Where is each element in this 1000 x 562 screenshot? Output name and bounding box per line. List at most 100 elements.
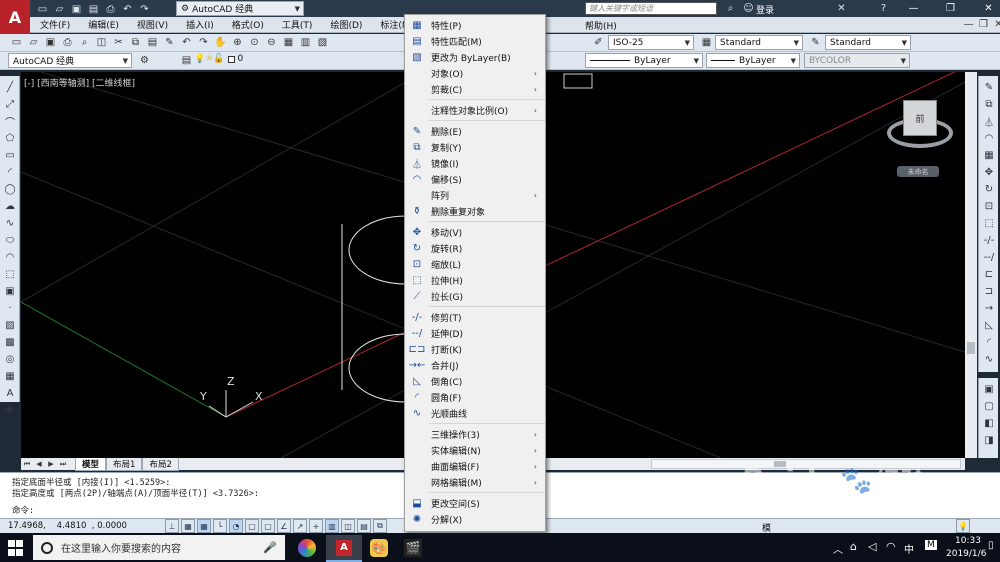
ime-mode[interactable]: M [925,540,937,550]
match-icon[interactable]: ✎ [162,35,177,50]
new-file-icon[interactable]: ▭ [35,2,50,17]
ortho-icon[interactable]: └ [213,519,227,533]
menu-item[interactable]: 工具(T) [282,18,313,31]
doc-restore-icon[interactable]: ❐ [976,17,991,32]
context-menu-item[interactable]: ▤ 特性匹配(M) [405,33,545,49]
context-menu-item[interactable]: 剪裁(C) › [405,81,545,97]
context-menu-item[interactable]: ◠ 偏移(S) [405,171,545,187]
gradient-icon[interactable]: ▩ [2,334,18,350]
prev-tab-icon[interactable]: ◀ [34,459,44,469]
circle-icon[interactable]: ◯ [2,181,18,197]
workspace-switch-select[interactable]: AutoCAD 经典 ▼ [8,53,132,68]
context-menu-item[interactable]: 三维操作(3) › [405,426,545,442]
new-icon[interactable]: ▭ [9,35,24,50]
scale-icon[interactable]: ⊡ [981,198,997,214]
zoom-realtime-icon[interactable]: ⊕ [230,35,245,50]
ime-language[interactable]: 中 [904,541,914,556]
stretch-icon[interactable]: ⬚ [981,215,997,231]
taskbar-app-paint[interactable]: 🎨 [370,539,388,557]
context-menu-item[interactable]: ✥ 移动(V) [405,224,545,240]
ucs-menu[interactable]: 未命名 [897,166,939,177]
context-menu-item[interactable]: ✎ 删除(E) [405,123,545,139]
vertical-scrollbar[interactable] [965,72,977,458]
add-selected-icon[interactable]: ✚ [2,402,18,418]
zoom-window-icon[interactable]: ⊙ [247,35,262,50]
dim-style-select[interactable]: ISO-25 ▼ [608,35,694,50]
exchange-icon[interactable]: ✕ [834,1,849,16]
context-menu-item[interactable]: ↻ 旋转(R) [405,240,545,256]
first-tab-icon[interactable]: ⏮ [22,459,32,469]
infer-constraints-icon[interactable]: ⊥ [165,519,179,533]
user-icon[interactable]: ☺ [741,1,756,16]
rotate-icon[interactable]: ↻ [981,181,997,197]
doc-close-icon[interactable]: ✕ [991,17,1000,32]
layer-manager-icon[interactable]: ▤ [179,53,194,68]
mtext-icon[interactable]: A [2,385,18,401]
polar-icon[interactable]: ◔ [229,519,243,533]
last-tab-icon[interactable]: ⏭ [58,459,68,469]
context-menu-item[interactable]: ⊡ 缩放(L) [405,256,545,272]
doc-minimize-icon[interactable]: — [961,17,976,32]
search-box[interactable]: 键入关键字或短语 [585,2,717,15]
app-logo[interactable]: A [0,0,30,34]
undo-icon[interactable]: ↶ [120,2,135,17]
line-icon[interactable]: ╱ [2,79,18,95]
save-as-icon[interactable]: ▤ [86,2,101,17]
taskbar-app-browser[interactable] [298,539,316,557]
help-icon[interactable]: ? [876,1,891,16]
region-icon[interactable]: ◎ [2,351,18,367]
clock-time[interactable]: 10:33 [955,536,981,546]
minimize-icon[interactable]: — [906,1,921,16]
snap-icon[interactable]: ▦ [181,519,195,533]
zoom-previous-icon[interactable]: ⊖ [264,35,279,50]
taskbar-app-video[interactable]: 🎬 [404,539,422,557]
context-menu-item[interactable]: -/- 修剪(T) [405,309,545,325]
erase-icon[interactable]: ✎ [981,79,997,95]
move-icon[interactable]: ✥ [981,164,997,180]
undo-icon[interactable]: ↶ [179,35,194,50]
trim-icon[interactable]: -/- [981,232,997,248]
tool-palette-icon[interactable]: ▧ [315,35,330,50]
show-hidden-icons[interactable]: ︿ [833,541,843,556]
revision-cloud-icon[interactable]: ☁ [2,198,18,214]
open-icon[interactable]: ▱ [26,35,41,50]
context-menu-item[interactable]: 网格编辑(M) › [405,474,545,490]
layout-tab[interactable]: 模型 [75,457,107,471]
table-style-icon[interactable]: ▦ [699,35,714,50]
menu-item[interactable]: 插入(I) [186,18,214,31]
plot-preview-icon[interactable]: ⌕ [77,35,92,50]
copy-icon[interactable]: ⧉ [981,96,997,112]
polygon-icon[interactable]: ⬠ [2,130,18,146]
construction-line-icon[interactable]: ⤢ [2,96,18,112]
dim-style-icon[interactable]: ✐ [591,35,606,50]
lineweight-toggle-icon[interactable]: ▥ [325,519,339,533]
extend-icon[interactable]: --/ [981,249,997,265]
search-icon[interactable]: ⌕ [723,1,738,16]
context-menu-item[interactable]: ⬓ 更改空间(S) [405,495,545,511]
mleader-style-icon[interactable]: ✎ [808,35,823,50]
taskbar-search-input[interactable]: 在这里输入你要搜索的内容 [61,540,181,555]
send-under-icon[interactable]: ◨ [981,432,997,448]
annotation-icon[interactable]: 💡 [956,519,970,533]
layout-tab[interactable]: 布局2 [142,457,179,471]
fillet-icon[interactable]: ◜ [981,334,997,350]
scroll-thumb[interactable] [774,461,786,467]
hatch-icon[interactable]: ▨ [2,317,18,333]
spline-icon[interactable]: ∿ [2,215,18,231]
paste-icon[interactable]: ▤ [145,35,160,50]
context-menu-item[interactable]: 阵列 › [405,187,545,203]
layout-tab[interactable]: 布局1 [106,457,143,471]
send-back-icon[interactable]: ▢ [981,398,997,414]
3d-osnap-icon[interactable]: ▢ [261,519,275,533]
context-menu-item[interactable]: 注释性对象比例(O) › [405,102,545,118]
linetype-select[interactable]: ByLayer ▼ [585,53,703,68]
arc-icon[interactable]: ◜ [2,164,18,180]
chamfer-icon[interactable]: ◺ [981,317,997,333]
design-center-icon[interactable]: ▥ [298,35,313,50]
scroll-thumb[interactable] [967,342,975,354]
menu-item[interactable]: 编辑(E) [88,18,119,31]
selection-cycling-icon[interactable]: ⧉ [373,519,387,533]
context-menu-item[interactable]: ⚱ 删除重复对象 [405,203,545,219]
microphone-icon[interactable]: 🎤 [263,541,277,554]
wifi-icon[interactable]: ◠ [886,540,896,553]
